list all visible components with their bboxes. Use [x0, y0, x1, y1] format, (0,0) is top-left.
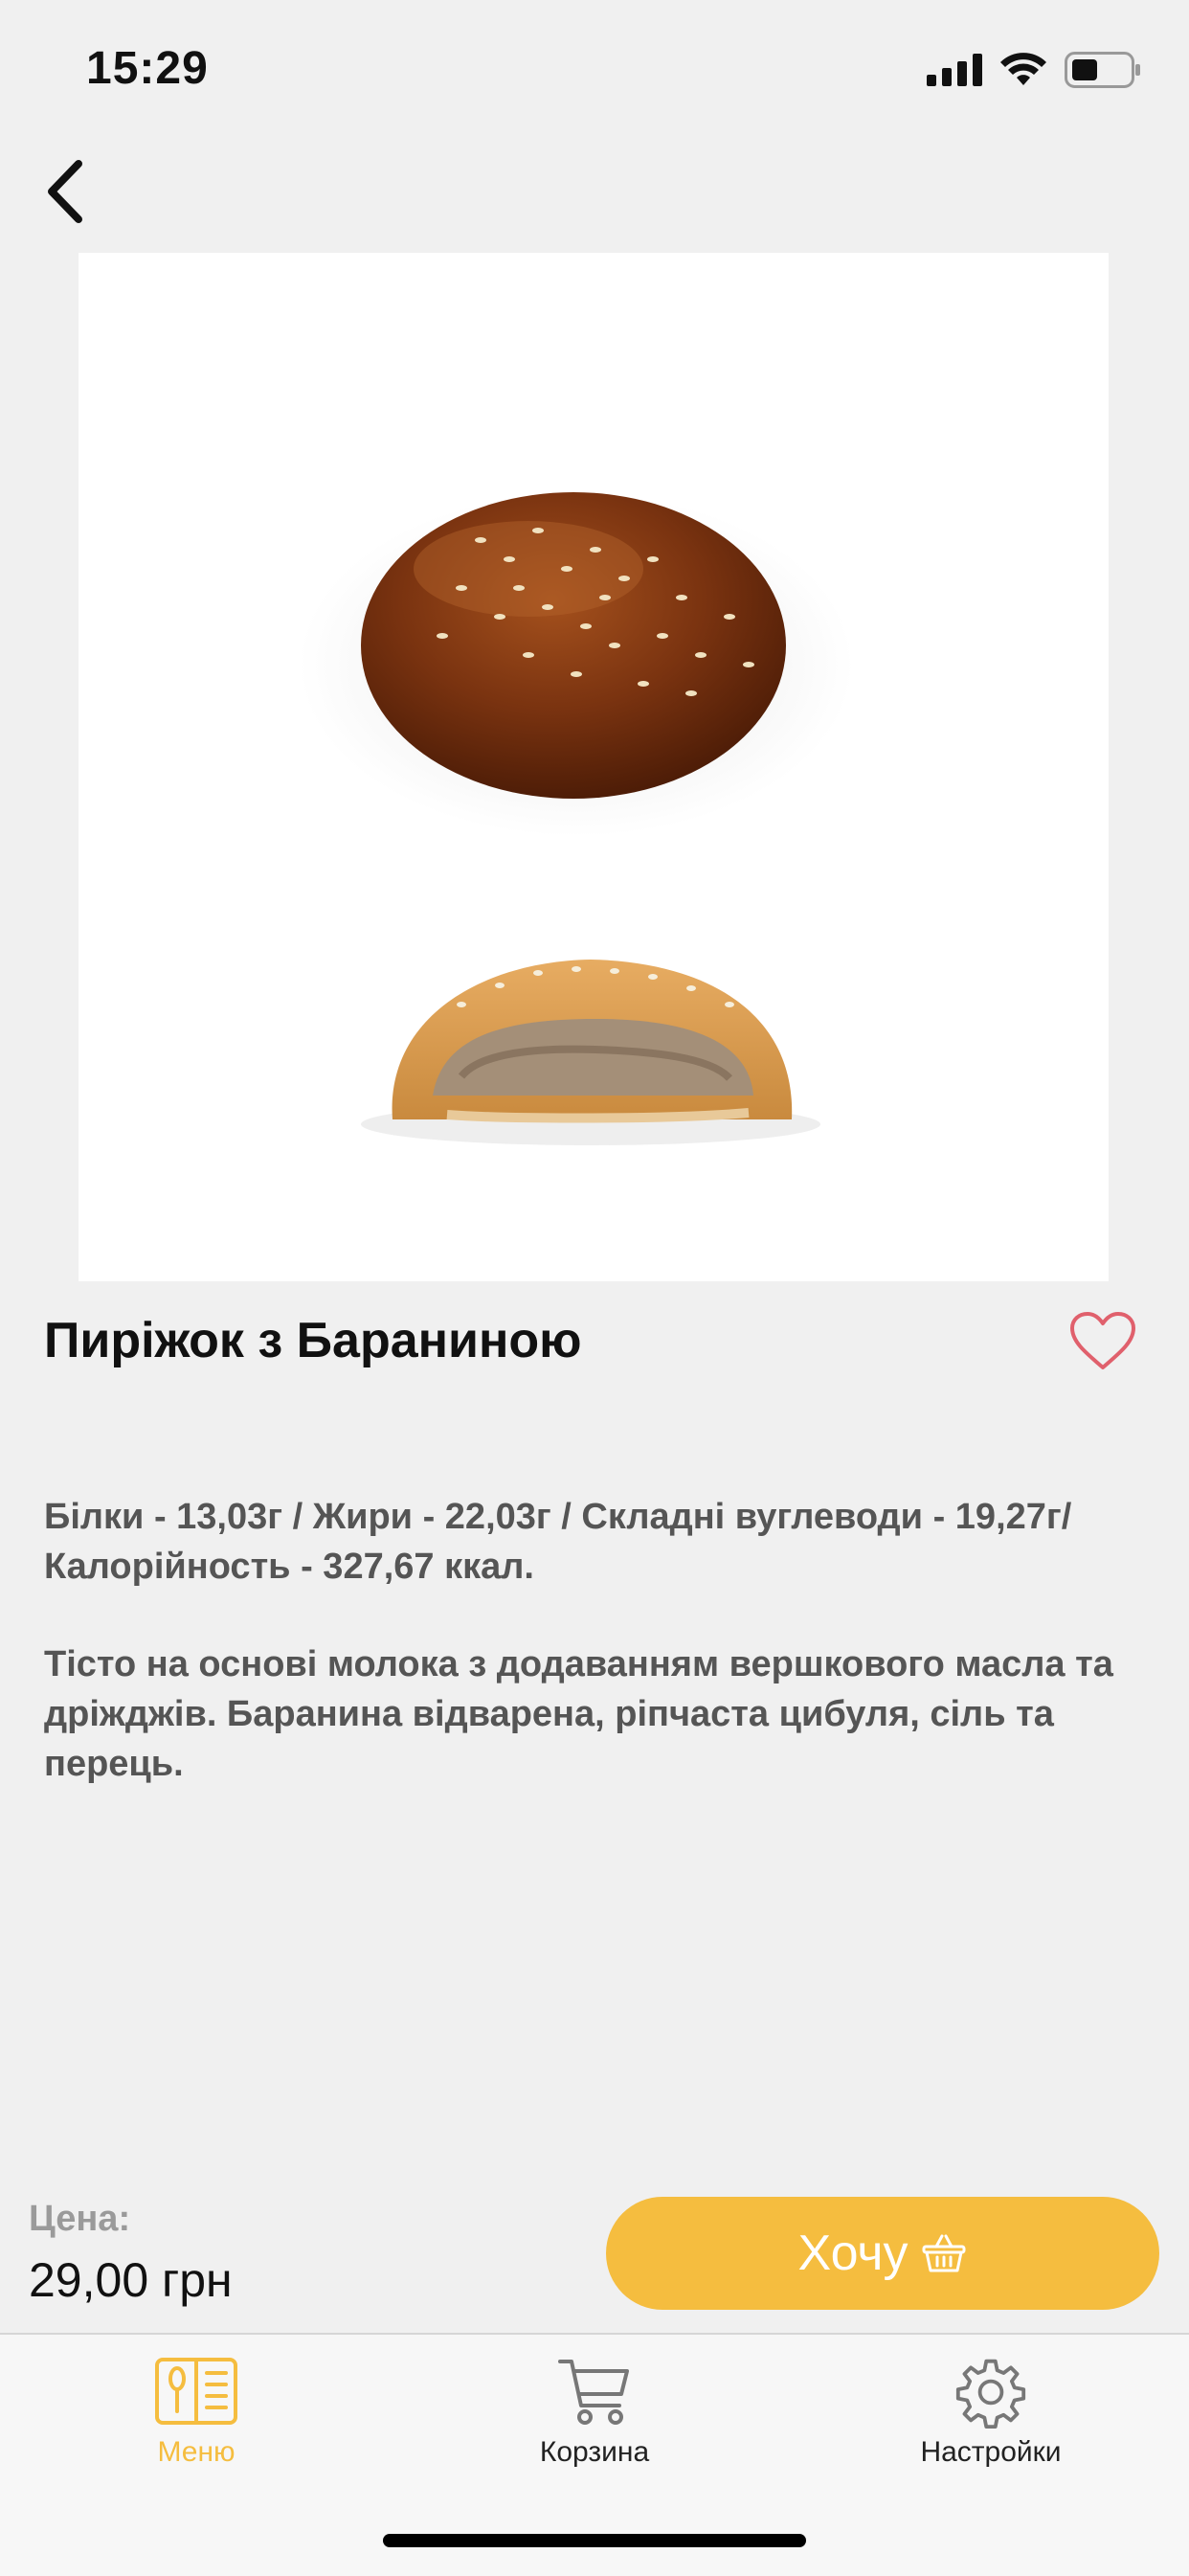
menu-book-icon [155, 2358, 237, 2425]
favorite-button[interactable] [1065, 1304, 1141, 1377]
status-time: 15:29 [86, 43, 209, 94]
cart-icon [558, 2360, 629, 2425]
tab-settings[interactable]: Настройки [847, 2356, 1134, 2469]
product-title: Пиріжок з Бараниною [44, 1313, 582, 1368]
chevron-left-icon [48, 160, 82, 223]
basket-icon [922, 2234, 966, 2272]
price-value: 29,00 грн [29, 2253, 233, 2307]
want-button-label: Хочу [797, 2226, 909, 2281]
status-bar: 15:29 [0, 0, 1189, 144]
status-icons [927, 52, 1141, 88]
tab-menu-label: Меню [157, 2436, 236, 2468]
heart-outline-icon [1070, 1312, 1135, 1369]
home-indicator [383, 2534, 806, 2547]
back-button[interactable] [27, 153, 103, 230]
product-description: Тісто на основі молока з додаванням верш… [44, 1644, 1113, 1784]
tab-settings-label: Настройки [920, 2436, 1062, 2468]
want-button[interactable]: Хочу [606, 2197, 1159, 2310]
product-image [79, 253, 1109, 1281]
tab-menu[interactable]: Меню [53, 2356, 340, 2469]
price-label: Цена: [29, 2199, 131, 2239]
wifi-icon [1000, 53, 1046, 85]
battery-icon [1065, 52, 1140, 88]
cellular-signal-icon [927, 54, 982, 86]
tab-cart[interactable]: Корзина [451, 2356, 738, 2469]
nutrition-info: Білки - 13,03г / Жири - 22,03г / Складні… [44, 1497, 1072, 1587]
tab-cart-label: Корзина [539, 2436, 650, 2468]
gear-icon [955, 2359, 1026, 2429]
